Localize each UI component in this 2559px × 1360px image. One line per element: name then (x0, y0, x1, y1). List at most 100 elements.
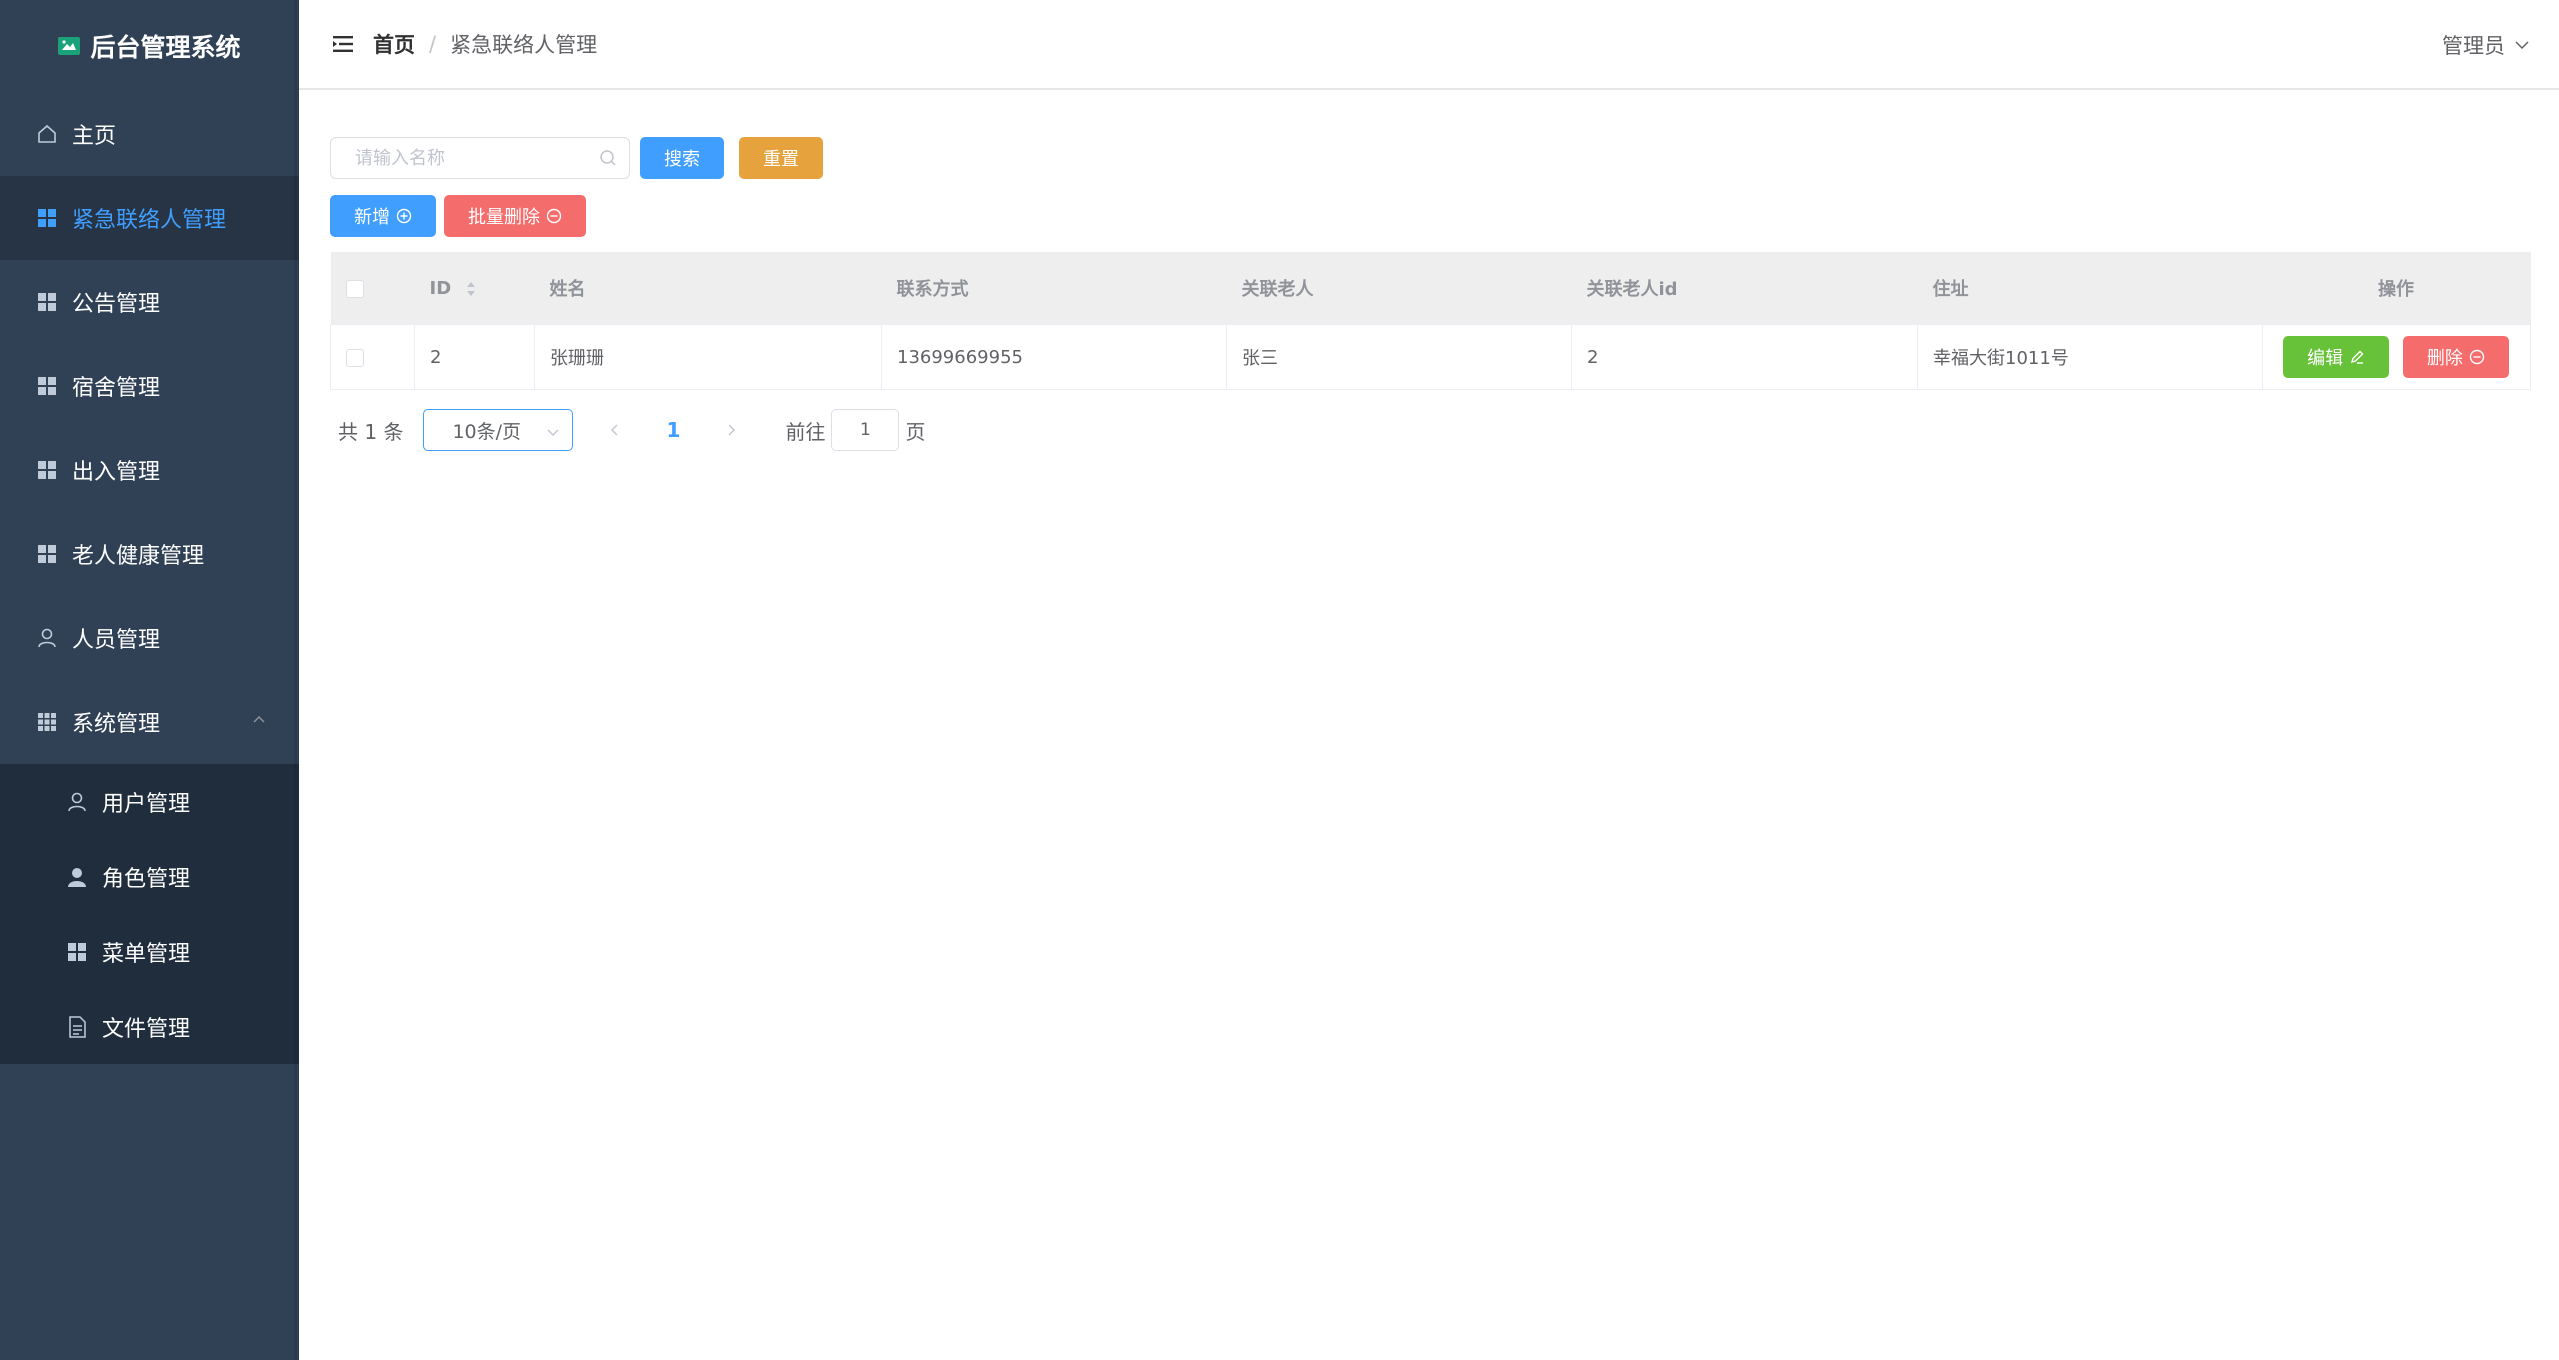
sidebar-item-files[interactable]: 文件管理 (0, 989, 299, 1064)
table-row: 2 张珊珊 13699669955 张三 2 幸福大街1011号 编辑 删除 (330, 324, 2531, 390)
circle-plus-icon (396, 208, 412, 224)
user-icon (36, 627, 58, 649)
batch-delete-button[interactable]: 批量删除 (444, 195, 586, 237)
next-page-button[interactable] (711, 423, 751, 437)
goto-suffix: 页 (905, 419, 926, 444)
search-icon (600, 150, 616, 166)
row-select-cell (330, 324, 415, 390)
sidebar-item-label: 紧急联络人管理 (72, 208, 227, 233)
sidebar-item-system[interactable]: 系统管理 (0, 680, 299, 764)
column-header-id[interactable]: ID (414, 252, 535, 325)
cell-actions: 编辑 删除 (2262, 324, 2531, 390)
cell-name: 张珊珊 (534, 324, 882, 390)
delete-button[interactable]: 删除 (2402, 336, 2509, 378)
grid-icon (36, 459, 58, 481)
breadcrumb-separator: / (429, 32, 437, 56)
breadcrumb-current: 紧急联络人管理 (450, 33, 598, 57)
column-header-name: 姓名 (534, 252, 882, 325)
add-button[interactable]: 新增 (330, 195, 436, 237)
grid-icon (36, 375, 58, 397)
sidebar-item-menus[interactable]: 菜单管理 (0, 914, 299, 989)
chevron-up-icon (253, 715, 265, 723)
goto-page-input[interactable] (831, 409, 900, 451)
sidebar-item-label: 人员管理 (72, 628, 161, 653)
home-icon (36, 123, 58, 145)
grid-icon (36, 543, 58, 565)
sidebar-item-access[interactable]: 出入管理 (0, 428, 299, 512)
cell-address: 幸福大街1011号 (1917, 324, 2263, 390)
grid-icon (66, 941, 88, 963)
sidebar-item-dormitory[interactable]: 宿舍管理 (0, 344, 299, 428)
add-button-label: 新增 (354, 207, 390, 228)
chevron-right-icon (728, 424, 736, 436)
page-size-select[interactable]: 10条/页 (423, 409, 574, 451)
column-header-actions: 操作 (2262, 252, 2531, 325)
batch-delete-label: 批量删除 (468, 207, 540, 228)
sidebar-item-home[interactable]: 主页 (0, 92, 299, 176)
page-number-current[interactable]: 1 (653, 418, 693, 442)
sidebar-item-label: 公告管理 (72, 292, 161, 317)
sidebar-item-personnel[interactable]: 人员管理 (0, 596, 299, 680)
sidebar-item-emergency-contacts[interactable]: 紧急联络人管理 (0, 176, 299, 260)
grid-icon (36, 291, 58, 313)
column-header-label: ID (429, 277, 452, 299)
sort-icon[interactable] (465, 279, 477, 299)
column-header-elder: 关联老人 (1226, 252, 1572, 325)
edit-button-label: 编辑 (2307, 348, 2344, 369)
sidebar-item-label: 用户管理 (102, 791, 191, 817)
logo-icon (58, 37, 81, 55)
user-solid-icon (66, 866, 88, 888)
sidebar-item-label: 主页 (72, 124, 117, 149)
grid-icon (36, 207, 58, 229)
page-size-value: 10条/页 (452, 420, 522, 443)
action-row: 新增 批量删除 (330, 194, 2530, 238)
apps-icon (36, 711, 58, 733)
cell-phone: 13699669955 (881, 324, 1227, 390)
column-header-phone: 联系方式 (881, 252, 1227, 325)
prev-page-button[interactable] (595, 423, 635, 437)
sidebar-item-elder-health[interactable]: 老人健康管理 (0, 512, 299, 596)
user-dropdown[interactable]: 管理员 (2442, 0, 2531, 90)
sidebar-item-label: 菜单管理 (102, 941, 191, 967)
edit-icon (2351, 350, 2364, 364)
table-header-row: ID 姓名 联系方式 关联老人 关联老人id 住址 操作 (330, 252, 2531, 325)
row-checkbox[interactable] (346, 348, 364, 367)
sidebar-item-users[interactable]: 用户管理 (0, 764, 299, 839)
sidebar-item-label: 角色管理 (102, 866, 191, 892)
main-content: 搜索 重置 新增 批量删除 ID 姓名 (330, 136, 2531, 452)
select-all-checkbox[interactable] (345, 279, 364, 298)
user-name: 管理员 (2442, 34, 2505, 58)
chevron-down-icon (547, 429, 559, 436)
goto-prefix: 前往 (785, 419, 826, 444)
select-all-cell (330, 252, 415, 325)
breadcrumb: 首页 / 紧急联络人管理 (373, 29, 597, 59)
pagination-total: 共 1 条 (338, 419, 404, 444)
search-row: 搜索 重置 (330, 136, 2530, 180)
cell-elder-id: 2 (1571, 324, 1918, 390)
search-field[interactable] (330, 137, 630, 179)
circle-minus-icon (546, 208, 562, 224)
circle-minus-icon (2469, 349, 2485, 365)
chevron-left-icon (611, 424, 618, 436)
search-button[interactable]: 搜索 (640, 137, 724, 179)
sidebar-item-label: 宿舍管理 (72, 376, 161, 401)
sidebar-item-label: 老人健康管理 (72, 544, 205, 569)
sidebar-item-label: 出入管理 (72, 460, 161, 485)
breadcrumb-home[interactable]: 首页 (373, 29, 415, 59)
cell-elder: 张三 (1226, 324, 1572, 390)
column-header-elder-id: 关联老人id (1571, 252, 1918, 325)
sidebar-item-roles[interactable]: 角色管理 (0, 839, 299, 914)
data-table: ID 姓名 联系方式 关联老人 关联老人id 住址 操作 2 张珊珊 13699… (330, 252, 2531, 390)
column-header-address: 住址 (1917, 252, 2263, 325)
cell-id: 2 (414, 324, 535, 390)
reset-button[interactable]: 重置 (739, 137, 823, 179)
search-input[interactable] (353, 146, 599, 170)
top-bar: 首页 / 紧急联络人管理 管理员 (299, 0, 2559, 90)
document-icon (66, 1015, 88, 1038)
edit-button[interactable]: 编辑 (2283, 336, 2390, 378)
delete-button-label: 删除 (2426, 348, 2463, 369)
menu-fold-icon[interactable] (333, 34, 355, 54)
app-logo[interactable]: 后台管理系统 (0, 0, 299, 92)
sidebar-item-announcements[interactable]: 公告管理 (0, 260, 299, 344)
user-icon (66, 791, 88, 813)
